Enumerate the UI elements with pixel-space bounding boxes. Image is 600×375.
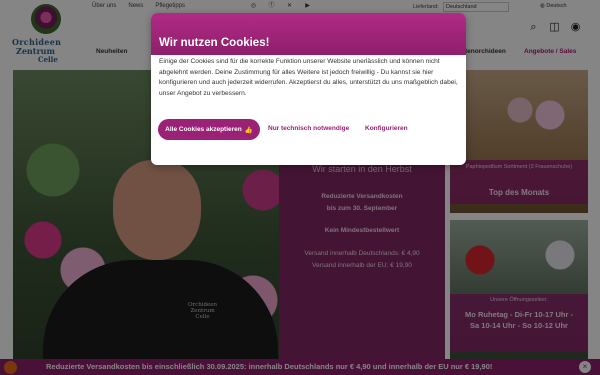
accept-label: Alle Cookies akzeptieren bbox=[165, 126, 242, 133]
cookie-consent-dialog: Wir nutzen Cookies! Einige der Cookies s… bbox=[151, 13, 466, 165]
cookie-dialog-text: Einige der Cookies sind für die korrekte… bbox=[159, 58, 458, 97]
accept-all-cookies-button[interactable]: Alle Cookies akzeptieren 👍 bbox=[158, 119, 260, 140]
configure-cookies-button[interactable]: Konfigurieren bbox=[365, 125, 408, 132]
thumbs-up-icon: 👍 bbox=[244, 126, 253, 134]
cookie-dialog-title: Wir nutzen Cookies! bbox=[159, 37, 270, 49]
necessary-only-button[interactable]: Nur technisch notwendige bbox=[268, 125, 349, 132]
cookie-dialog-header: Wir nutzen Cookies! bbox=[151, 13, 466, 55]
